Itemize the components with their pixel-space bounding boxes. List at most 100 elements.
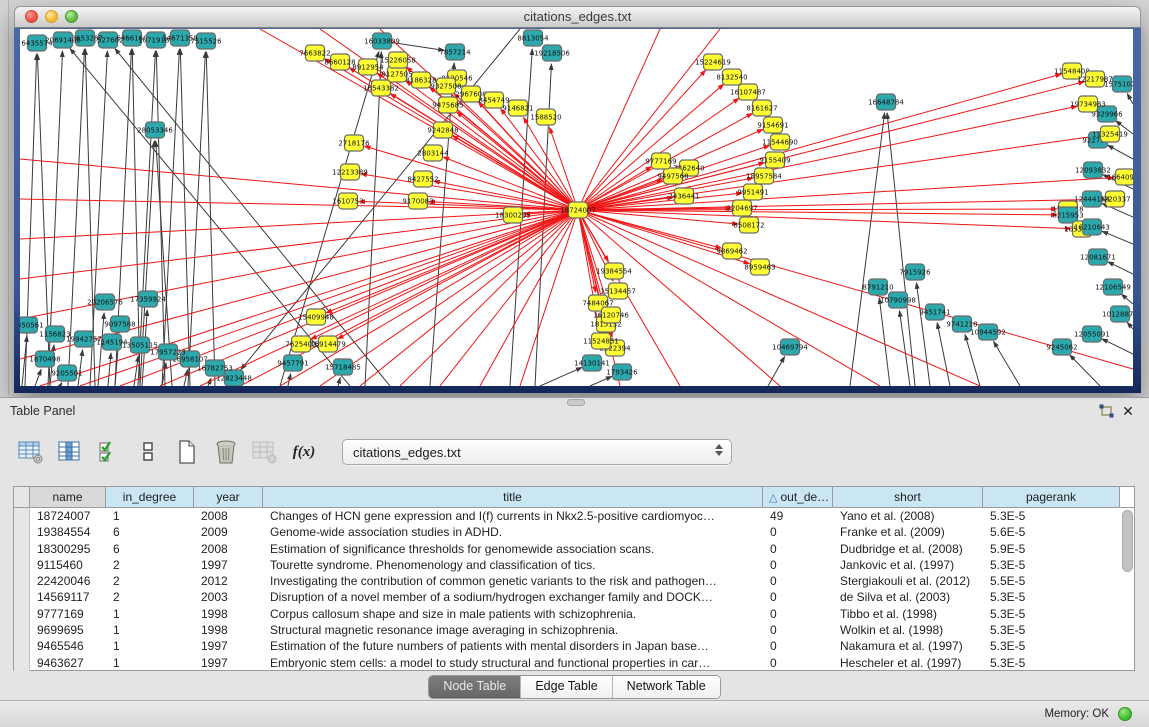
cell-year[interactable]: 1998 xyxy=(194,606,263,622)
tab-network-table[interactable]: Network Table xyxy=(613,676,720,698)
graph-node-16107487[interactable]: 16107487 xyxy=(730,84,766,100)
graph-node-9155409[interactable]: 9155409 xyxy=(759,152,790,168)
function-builder-icon[interactable]: f(x) xyxy=(289,438,319,466)
cell-in_degree[interactable]: 6 xyxy=(106,541,194,557)
graph-node-2718176[interactable]: 2718176 xyxy=(338,135,370,151)
panel-resize-grip[interactable] xyxy=(567,399,585,406)
cell-title[interactable]: Investigating the contribution of common… xyxy=(263,573,763,589)
graph-node-15224619[interactable]: 15224619 xyxy=(695,54,731,70)
cell-year[interactable]: 1998 xyxy=(194,622,263,638)
cell-out_degree[interactable]: 0 xyxy=(763,541,833,557)
graph-node-19384554[interactable]: 19384554 xyxy=(596,263,632,279)
graph-node-9245062[interactable]: 9245062 xyxy=(1046,339,1077,355)
cell-short[interactable]: de Silva et al. (2003) xyxy=(833,589,983,605)
graph-node-12106549[interactable]: 12106549 xyxy=(1095,279,1131,295)
cell-in_degree[interactable]: 2 xyxy=(106,557,194,573)
cell-short[interactable]: Franke et al. (2009) xyxy=(833,524,983,540)
cell-short[interactable]: Wolkin et al. (1998) xyxy=(833,622,983,638)
cell-name[interactable]: 9115460 xyxy=(30,557,106,573)
graph-node-16648784[interactable]: 16648784 xyxy=(868,94,904,110)
cell-pagerank[interactable]: 5.3E-5 xyxy=(983,589,1120,605)
cell-title[interactable]: Embryonic stem cells: a model to study s… xyxy=(263,655,763,671)
graph-node-16640911[interactable]: 16640911 xyxy=(1107,169,1133,185)
cell-name[interactable]: 18724007 xyxy=(30,508,106,524)
network-canvas[interactable]: 1145194115682315276021588520159531816107… xyxy=(20,29,1133,386)
graph-node-9777169[interactable]: 9777169 xyxy=(645,153,676,169)
graph-node-7857214[interactable]: 7857214 xyxy=(439,44,471,60)
graph-node-9205501[interactable]: 9205501 xyxy=(51,365,82,381)
cell-name[interactable]: 9463627 xyxy=(30,655,106,671)
column-header-year[interactable]: year xyxy=(194,487,263,507)
graph-node-10128870[interactable]: 10128870 xyxy=(1102,306,1133,322)
column-header-name[interactable]: name xyxy=(30,487,106,507)
cell-out_degree[interactable]: 49 xyxy=(763,508,833,524)
cell-title[interactable]: Changes of HCN gene expression and I(f) … xyxy=(263,508,763,524)
cell-out_degree[interactable]: 0 xyxy=(763,622,833,638)
cell-name[interactable]: 9699695 xyxy=(30,622,106,638)
cell-pagerank[interactable]: 5.6E-5 xyxy=(983,524,1120,540)
cell-year[interactable]: 2009 xyxy=(194,524,263,540)
cell-out_degree[interactable]: 0 xyxy=(763,589,833,605)
cell-pagerank[interactable]: 5.3E-5 xyxy=(983,557,1120,573)
cell-in_degree[interactable]: 2 xyxy=(106,589,194,605)
cell-pagerank[interactable]: 5.3E-5 xyxy=(983,655,1120,671)
table-row[interactable]: 1938455462009Genome-wide association stu… xyxy=(14,524,1134,540)
graph-node-9451741[interactable]: 9451741 xyxy=(919,304,950,320)
cell-pagerank[interactable]: 5.3E-5 xyxy=(983,508,1120,524)
cell-short[interactable]: Dudbridge et al. (2008) xyxy=(833,541,983,557)
table-row[interactable]: 2242004622012Investigating the contribut… xyxy=(14,573,1134,589)
cell-year[interactable]: 1997 xyxy=(194,655,263,671)
column-checklist-icon[interactable] xyxy=(94,438,124,466)
cell-short[interactable]: Jankovic et al. (1997) xyxy=(833,557,983,573)
cell-year[interactable]: 2008 xyxy=(194,541,263,557)
table-selector-dropdown[interactable]: citations_edges.txt xyxy=(342,439,732,465)
row-height-icon[interactable] xyxy=(133,438,163,466)
cell-short[interactable]: Yano et al. (2008) xyxy=(833,508,983,524)
cell-title[interactable]: Genome-wide association studies in ADHD. xyxy=(263,524,763,540)
table-row[interactable]: 946362711997Embryonic stem cells: a mode… xyxy=(14,655,1134,671)
citation-graph[interactable]: 1145194115682315276021588520159531816107… xyxy=(20,29,1133,386)
cell-out_degree[interactable]: 0 xyxy=(763,655,833,671)
cell-out_degree[interactable]: 0 xyxy=(763,606,833,622)
cell-title[interactable]: Tourette syndrome. Phenomenology and cla… xyxy=(263,557,763,573)
graph-node-8508172[interactable]: 8508172 xyxy=(733,217,764,233)
graph-node-8959463[interactable]: 8959463 xyxy=(744,259,775,275)
scrollbar-thumb[interactable] xyxy=(1122,510,1133,572)
minimize-window-button[interactable] xyxy=(45,10,58,23)
cell-name[interactable]: 9465546 xyxy=(30,638,106,654)
graph-node-17359924[interactable]: 17359924 xyxy=(130,291,166,307)
cell-out_degree[interactable]: 0 xyxy=(763,638,833,654)
cell-short[interactable]: Nakamura et al. (1997) xyxy=(833,638,983,654)
column-header-short[interactable]: short xyxy=(833,487,983,507)
graph-node-8427552[interactable]: 8427552 xyxy=(407,171,438,187)
cell-year[interactable]: 2003 xyxy=(194,589,263,605)
graph-node-16033809[interactable]: 16033809 xyxy=(364,33,400,49)
cell-title[interactable]: Structural magnetic resonance image aver… xyxy=(263,622,763,638)
create-column-icon[interactable] xyxy=(172,438,202,466)
close-panel-icon[interactable]: ✕ xyxy=(1119,403,1137,419)
cell-pagerank[interactable]: 5.3E-5 xyxy=(983,638,1120,654)
column-header-in_degree[interactable]: in_degree xyxy=(106,487,194,507)
cell-title[interactable]: Estimation of significance thresholds fo… xyxy=(263,541,763,557)
cell-short[interactable]: Stergiakouli et al. (2012) xyxy=(833,573,983,589)
cell-year[interactable]: 2008 xyxy=(194,508,263,524)
cell-title[interactable]: Estimation of the future numbers of pati… xyxy=(263,638,763,654)
table-row[interactable]: 911546021997Tourette syndrome. Phenomeno… xyxy=(14,557,1134,573)
float-panel-icon[interactable] xyxy=(1097,403,1115,419)
cell-pagerank[interactable]: 5.9E-5 xyxy=(983,541,1120,557)
delete-table-icon[interactable] xyxy=(250,438,280,466)
graph-node-8813054[interactable]: 8813054 xyxy=(517,30,549,46)
cell-out_degree[interactable]: 0 xyxy=(763,557,833,573)
table-row[interactable]: 946554611997Estimation of the future num… xyxy=(14,638,1134,654)
table-scrollbar[interactable] xyxy=(1122,510,1133,668)
graph-node-12213389[interactable]: 12213389 xyxy=(332,164,368,180)
cell-year[interactable]: 1997 xyxy=(194,638,263,654)
cell-pagerank[interactable]: 5.3E-5 xyxy=(983,622,1120,638)
cell-year[interactable]: 1997 xyxy=(194,557,263,573)
cell-in_degree[interactable]: 1 xyxy=(106,606,194,622)
tab-edge-table[interactable]: Edge Table xyxy=(521,676,612,698)
select-columns-icon[interactable] xyxy=(55,438,85,466)
cell-pagerank[interactable]: 5.5E-5 xyxy=(983,573,1120,589)
graph-node-2803144[interactable]: 2803144 xyxy=(417,145,449,161)
column-header-pagerank[interactable]: pagerank xyxy=(983,487,1120,507)
